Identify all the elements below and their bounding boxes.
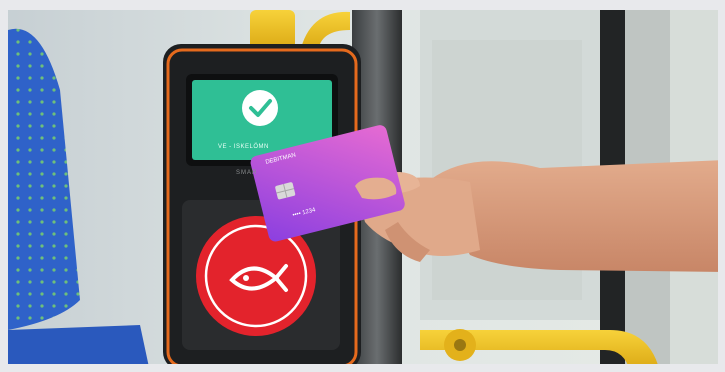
frame-top — [0, 0, 725, 10]
debit-card — [255, 130, 400, 230]
frame-left — [0, 0, 8, 372]
frame-right — [718, 0, 725, 372]
frame-bottom — [0, 364, 725, 372]
